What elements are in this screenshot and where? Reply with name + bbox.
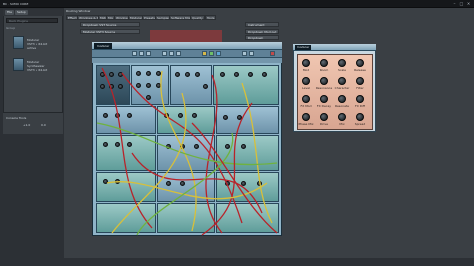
fx-knob[interactable] <box>320 59 328 67</box>
fx-knob[interactable] <box>320 95 328 103</box>
fx-knob-label: Filter <box>356 86 364 90</box>
fx-knob-label: Scale <box>337 68 347 72</box>
console-tools-panel: Console Tools +1.0 0.0 <box>3 112 63 134</box>
fx-knob[interactable] <box>338 95 346 103</box>
modular-source-dropdown[interactable]: Modular VST3 Source <box>80 29 140 34</box>
toolbar-button[interactable] <box>216 51 221 56</box>
toolbar-button[interactable] <box>209 51 214 56</box>
effect-logo: modular <box>295 45 311 50</box>
browser-toolbar: File Setup <box>3 9 63 16</box>
plugin-thumbnail <box>13 58 24 71</box>
fx-knob-label: Mix <box>339 122 345 126</box>
rack-tab-bar: Effects Windows & Mix Midi Mix Windows M… <box>66 15 266 20</box>
fx-knob-label: Resonance <box>315 86 333 90</box>
toolbar-button[interactable] <box>162 51 167 56</box>
console-title: Console Tools <box>6 116 27 120</box>
fx-knob[interactable] <box>338 77 346 85</box>
plugin-thumbnail <box>13 36 24 49</box>
effect-panel: Mod Room Scale Release Level Resonance C… <box>297 54 373 130</box>
fx-knob[interactable] <box>302 113 310 121</box>
fx-knob[interactable] <box>302 59 310 67</box>
plugin-format: VST3 • 64-bit <box>27 68 48 72</box>
fx-knob-label: FX Mod <box>300 104 312 108</box>
mod-out-dropdown[interactable]: Dropdown Mod out <box>245 29 279 34</box>
fx-knob-label: Release <box>354 68 366 72</box>
toolbar-button[interactable] <box>132 51 137 56</box>
file-menu-button[interactable]: File <box>5 10 15 15</box>
toolbar-button[interactable] <box>242 51 247 56</box>
source-dropdown[interactable]: Dropdown VST Source <box>80 22 140 27</box>
tree-group-label[interactable]: Group <box>6 26 26 30</box>
fx-knob-label: Character <box>334 86 350 90</box>
fx-knob-label: Mod <box>302 68 310 72</box>
toolbar-button[interactable] <box>139 51 144 56</box>
plugin-list-item[interactable]: Modular Synthesizer VST3 • 64-bit <box>13 56 61 76</box>
title-bar: BC · SUMO CORE – □ ✕ <box>0 0 474 8</box>
console-value-a[interactable]: +1.0 <box>23 123 30 127</box>
patch-cable <box>131 152 263 214</box>
fx-knob[interactable] <box>320 77 328 85</box>
instrument-field[interactable]: Instrument <box>245 22 279 27</box>
toolbar-button[interactable] <box>176 51 181 56</box>
fx-knob[interactable] <box>338 113 346 121</box>
plugin-list-item[interactable]: Modular VST3 • 64-bit active <box>13 34 61 54</box>
toolbar-button[interactable] <box>169 51 174 56</box>
fx-knob-label: FX Decay <box>316 104 332 108</box>
plugin-search-input[interactable]: Rack Plugins <box>6 18 58 23</box>
patch-cable <box>101 67 153 229</box>
modular-toolbar <box>92 50 282 58</box>
close-icon[interactable]: ✕ <box>466 1 471 6</box>
fx-knob-label: Level <box>302 86 310 90</box>
setup-menu-button[interactable]: Setup <box>15 10 28 15</box>
console-value-b[interactable]: 0.0 <box>41 123 46 127</box>
patch-cable <box>111 92 187 234</box>
fx-knob-label: FX Diff <box>355 104 365 108</box>
fx-knob[interactable] <box>320 113 328 121</box>
patch-cable <box>136 132 234 236</box>
fx-knob-label: Drive <box>320 122 328 126</box>
tab-tools[interactable]: Tools <box>205 15 217 20</box>
maximize-icon[interactable]: □ <box>459 1 464 6</box>
fx-knob[interactable] <box>338 59 346 67</box>
tab-quality[interactable]: Quality <box>190 15 205 20</box>
plugin-state: active <box>27 46 37 50</box>
fx-knob-label: Room <box>319 68 329 72</box>
fx-knob[interactable] <box>302 77 310 85</box>
fx-knob-label: Phase Mix <box>298 122 314 126</box>
fx-knob[interactable] <box>356 59 364 67</box>
toolbar-button[interactable] <box>270 51 275 56</box>
toolbar-button[interactable] <box>202 51 207 56</box>
fx-knob[interactable] <box>302 95 310 103</box>
patch-cables <box>96 67 278 236</box>
app-title: BC · SUMO CORE <box>3 2 29 6</box>
toolbar-button[interactable] <box>249 51 254 56</box>
fx-knob-label: Resonate <box>335 104 349 108</box>
fx-knob[interactable] <box>356 95 364 103</box>
tab-software-mix[interactable]: Software Mix <box>169 15 193 20</box>
modular-title-bar[interactable] <box>92 42 282 50</box>
modular-logo: modular <box>94 43 112 49</box>
patch-cable <box>205 74 223 234</box>
toolbar-button[interactable] <box>146 51 151 56</box>
fx-knob[interactable] <box>356 77 364 85</box>
extra-dropdown[interactable]: Dropdown <box>245 35 279 40</box>
fx-knob-label: Spread <box>354 122 366 126</box>
fx-knob[interactable] <box>356 113 364 121</box>
minimize-icon[interactable]: – <box>452 1 457 6</box>
